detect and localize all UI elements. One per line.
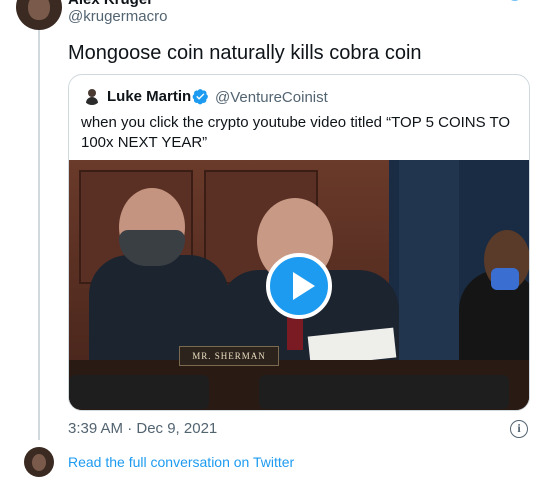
footer-avatar[interactable] <box>24 447 54 477</box>
blue-mask <box>491 268 519 290</box>
quoted-author-handle[interactable]: @VentureCoinist <box>215 89 328 106</box>
play-icon <box>293 272 315 300</box>
quoted-tweet-card[interactable]: Luke Martin @VentureCoinist when you cli… <box>68 74 530 411</box>
play-button[interactable] <box>266 253 332 319</box>
quoted-tweet-text: when you click the crypto youtube video … <box>81 114 511 151</box>
tweet-text: Mongoose coin naturally kills cobra coin <box>68 42 422 64</box>
read-conversation-link[interactable]: Read the full conversation on Twitter <box>68 454 294 470</box>
quoted-avatar-body <box>86 97 98 105</box>
verified-badge-icon <box>192 89 208 105</box>
tweet-timestamp[interactable]: 3:39 AM · Dec 9, 2021 <box>68 420 217 437</box>
flag-drape <box>399 160 459 360</box>
quoted-author-name[interactable]: Luke Martin <box>107 88 191 105</box>
info-icon[interactable]: i <box>510 420 528 438</box>
author-handle[interactable]: @krugermacro <box>68 8 167 25</box>
video-thumbnail[interactable]: MR. SHERMAN <box>69 160 529 410</box>
nameplate: MR. SHERMAN <box>179 346 279 366</box>
footer-avatar-face <box>32 454 46 471</box>
twitter-bird-icon[interactable] <box>508 0 528 2</box>
chair <box>69 375 209 409</box>
chair <box>259 375 509 409</box>
quoted-author-avatar[interactable] <box>83 87 101 105</box>
avatar-face <box>28 0 50 20</box>
thread-line <box>38 28 40 440</box>
author-name[interactable]: Alex Krüger <box>68 0 153 8</box>
author-avatar[interactable] <box>16 0 62 30</box>
quoted-avatar-head <box>88 89 96 97</box>
